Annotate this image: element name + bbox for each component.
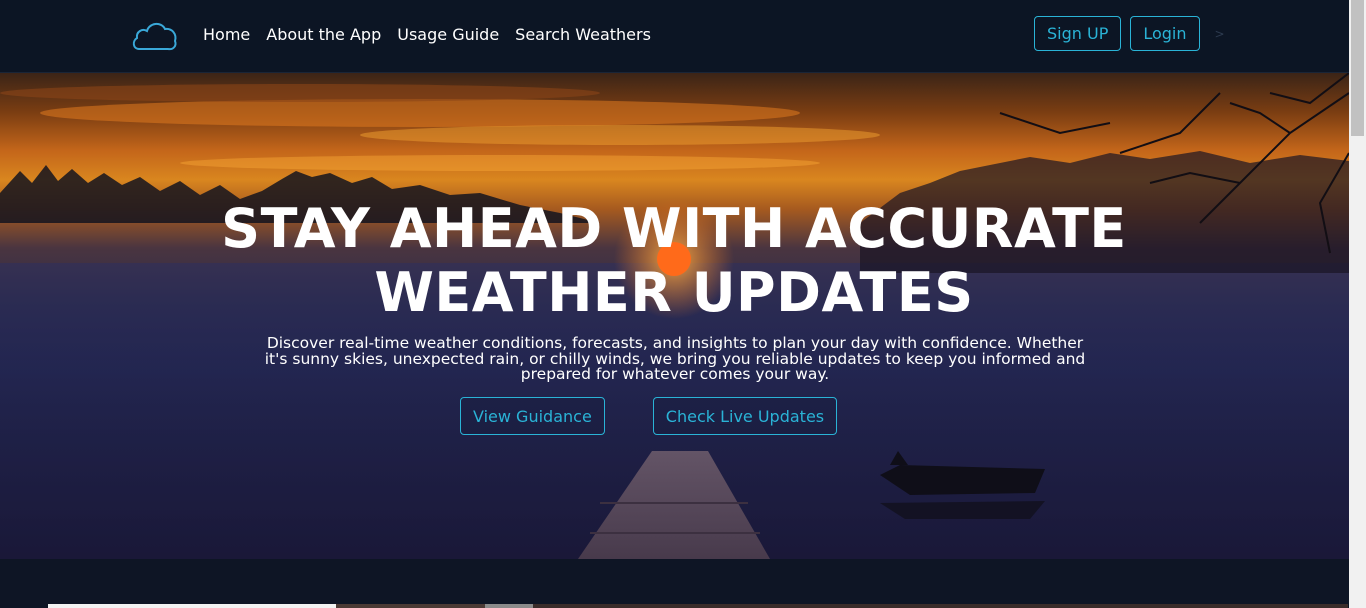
scrollbar[interactable]	[1349, 0, 1366, 608]
hero-description-line3: prepared for whatever comes your way.	[520, 365, 830, 383]
page: Home About the App Usage Guide Search We…	[0, 0, 1366, 608]
nav-link-search-weathers[interactable]: Search Weathers	[515, 23, 651, 47]
nav-link-home[interactable]: Home	[203, 23, 250, 47]
hero-title-line2: WEATHER UPDATES	[374, 261, 974, 324]
hero-title: STAY AHEAD WITH ACCURATE WEATHER UPDATES	[174, 197, 1174, 325]
next-section	[0, 559, 1349, 608]
hero-section: STAY AHEAD WITH ACCURATE WEATHER UPDATES…	[0, 73, 1349, 559]
nav-link-usage-guide[interactable]: Usage Guide	[397, 23, 499, 47]
chevron-right-icon[interactable]: >	[1215, 27, 1225, 41]
view-guidance-button[interactable]: View Guidance	[460, 397, 605, 435]
nav-links: Home About the App Usage Guide Search We…	[203, 23, 651, 47]
check-live-updates-button[interactable]: Check Live Updates	[652, 397, 838, 435]
nav-link-about[interactable]: About the App	[266, 23, 381, 47]
hero-title-line1: STAY AHEAD WITH ACCURATE	[221, 197, 1127, 260]
hero-buttons: View Guidance Check Live Updates	[460, 397, 838, 435]
login-button[interactable]: Login	[1130, 16, 1200, 51]
scrollbar-thumb[interactable]	[1351, 0, 1364, 136]
navbar: Home About the App Usage Guide Search We…	[0, 0, 1349, 73]
signup-button[interactable]: Sign UP	[1034, 16, 1122, 51]
auth-buttons: Sign UP Login >	[1034, 16, 1225, 51]
hero-description: Discover real-time weather conditions, f…	[240, 335, 1110, 383]
next-section-preview	[48, 604, 1348, 608]
cloud-icon[interactable]	[131, 17, 179, 53]
